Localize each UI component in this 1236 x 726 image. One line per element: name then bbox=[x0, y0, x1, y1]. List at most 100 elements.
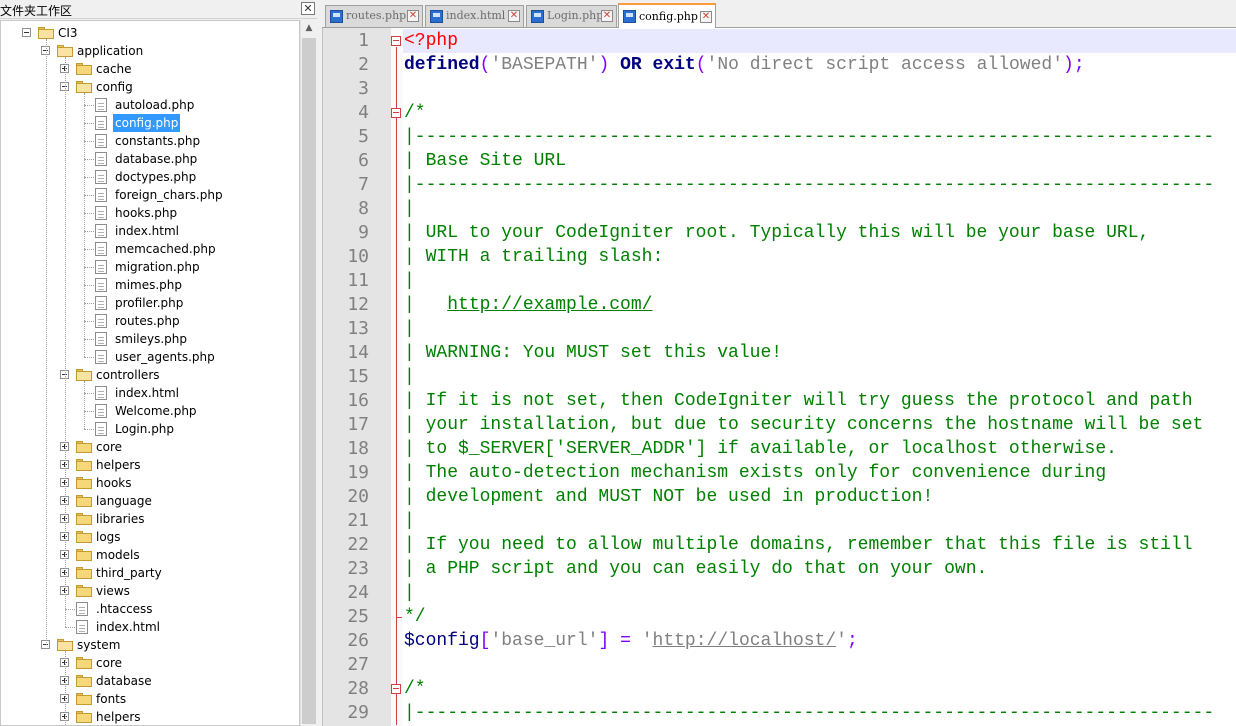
collapse-icon[interactable] bbox=[22, 28, 31, 37]
tab-label: index.html bbox=[446, 9, 506, 22]
file-save-icon bbox=[330, 10, 343, 23]
code-token: | The auto-detection mechanism exists on… bbox=[404, 463, 1107, 483]
tab-config.php[interactable]: config.php ✕ bbox=[618, 3, 716, 28]
close-tab-icon[interactable]: ✕ bbox=[700, 11, 712, 23]
tree-item-label: config.php bbox=[113, 114, 181, 132]
tree-item-label: CI3 bbox=[58, 26, 78, 40]
code-editor[interactable]: 1 2 3 4 5 6 7 8 9 10 11 12 13 14 15 16 17 18 19 20 21 22 23 24 2… bbox=[322, 28, 1236, 726]
tree-connector bbox=[84, 381, 85, 429]
code-line: | to $_SERVER['SERVER_ADDR'] if availabl… bbox=[404, 437, 1117, 461]
fold-line bbox=[396, 119, 397, 617]
folder-icon bbox=[76, 63, 92, 75]
line-number: 27 bbox=[347, 654, 369, 675]
tree-folder-fonts[interactable]: fonts bbox=[1, 690, 299, 708]
line-number: 5 bbox=[358, 126, 369, 147]
tree-item-label: migration.php bbox=[115, 260, 200, 274]
code-token: | WITH a trailing slash: bbox=[404, 247, 664, 267]
line-number: 21 bbox=[347, 510, 369, 531]
line-number: 25 bbox=[347, 606, 369, 627]
fold-toggle-icon[interactable] bbox=[391, 36, 401, 46]
tree-item-label: smileys.php bbox=[115, 332, 187, 346]
tree-item-label: .htaccess bbox=[96, 602, 153, 616]
code-line: |---------------------------------------… bbox=[404, 125, 1214, 149]
file-icon bbox=[95, 224, 107, 238]
code-line: | bbox=[404, 317, 415, 341]
code-line: | your installation, but due to security… bbox=[404, 413, 1203, 437]
code-line: <?php bbox=[404, 29, 458, 53]
close-tab-icon[interactable]: ✕ bbox=[508, 10, 520, 22]
tree-connector bbox=[65, 57, 66, 627]
tree-item-label: doctypes.php bbox=[115, 170, 197, 184]
code-token: | bbox=[404, 511, 415, 531]
code-token: 'BASEPATH' bbox=[490, 55, 599, 75]
folder-icon bbox=[76, 513, 92, 525]
file-save-icon bbox=[531, 10, 544, 23]
code-token: | If you need to allow multiple domains,… bbox=[404, 535, 1193, 555]
line-number: 14 bbox=[347, 342, 369, 363]
code-line: | development and MUST NOT be used in pr… bbox=[404, 485, 933, 509]
folder-icon bbox=[76, 459, 92, 471]
code-token: ( bbox=[479, 55, 491, 75]
tree-item-label: libraries bbox=[96, 512, 145, 526]
file-icon bbox=[95, 314, 107, 328]
code-token: | URL to your CodeIgniter root. Typicall… bbox=[404, 223, 1150, 243]
code-token: defined bbox=[404, 55, 480, 75]
line-number: 13 bbox=[347, 318, 369, 339]
code-token: = bbox=[620, 631, 631, 651]
file-icon bbox=[95, 422, 107, 436]
fold-toggle-icon[interactable] bbox=[391, 108, 401, 118]
close-tab-icon[interactable]: ✕ bbox=[601, 10, 613, 22]
code-token: 'No direct script access allowed' bbox=[706, 55, 1064, 75]
tab-Login.php[interactable]: Login.php ✕ bbox=[526, 5, 617, 27]
file-icon bbox=[95, 296, 107, 310]
tree-item-label: views bbox=[96, 584, 130, 598]
tree-folder-helpers[interactable]: helpers bbox=[1, 708, 299, 725]
folder-icon bbox=[76, 441, 92, 453]
code-token: ' bbox=[641, 631, 653, 651]
close-icon[interactable]: ✕ bbox=[301, 2, 315, 15]
file-icon bbox=[95, 152, 107, 166]
code-token: | bbox=[404, 199, 415, 219]
code-token: | If it is not set, then CodeIgniter wil… bbox=[404, 391, 1193, 411]
tab-index.html[interactable]: index.html ✕ bbox=[425, 5, 524, 27]
tree-item-label: core bbox=[96, 440, 122, 454]
folder-tree: CI3 application cache config autoload.php con… bbox=[0, 20, 300, 726]
line-number: 7 bbox=[358, 174, 369, 195]
line-number: 2 bbox=[358, 54, 369, 75]
file-icon bbox=[95, 242, 107, 256]
tree-folder-database[interactable]: database bbox=[1, 672, 299, 690]
folder-workspace-panel: 文件夹工作区 ✕ CI3 application cache config autolo… bbox=[0, 0, 317, 726]
tree-item-label: hooks bbox=[96, 476, 132, 490]
line-number: 6 bbox=[358, 150, 369, 171]
folder-icon bbox=[76, 495, 92, 507]
fold-toggle-icon[interactable] bbox=[391, 684, 401, 694]
code-line: | http://example.com/ bbox=[404, 293, 652, 317]
tree-item-label: helpers bbox=[96, 458, 141, 472]
close-tab-icon[interactable]: ✕ bbox=[407, 10, 419, 22]
tree-folder-core[interactable]: core bbox=[1, 654, 299, 672]
scroll-up-arrow-icon[interactable]: ▲ bbox=[301, 20, 317, 37]
code-line: |---------------------------------------… bbox=[404, 173, 1214, 197]
code-token: http://example.com/ bbox=[447, 295, 653, 315]
code-line: | bbox=[404, 197, 415, 221]
tab-routes.php[interactable]: routes.php ✕ bbox=[325, 5, 423, 27]
scrollbar-thumb[interactable] bbox=[302, 38, 316, 724]
code-token: | bbox=[404, 583, 415, 603]
code-token: ] bbox=[598, 631, 610, 651]
editor-pane: routes.php ✕ index.html ✕ Login.php ✕ config.p… bbox=[322, 0, 1236, 726]
fold-end bbox=[396, 617, 402, 618]
tree-scrollbar[interactable]: ▲ bbox=[300, 20, 317, 726]
tree-item-label: mimes.php bbox=[115, 278, 183, 292]
line-number: 17 bbox=[347, 414, 369, 435]
line-number: 24 bbox=[347, 582, 369, 603]
code-token: | to $_SERVER['SERVER_ADDR'] if availabl… bbox=[404, 439, 1117, 459]
tree-item-label: autoload.php bbox=[115, 98, 195, 112]
folder-icon bbox=[76, 549, 92, 561]
tree-item-label: routes.php bbox=[115, 314, 180, 328]
folder-icon bbox=[76, 711, 92, 723]
code-line: | a PHP script and you can easily do tha… bbox=[404, 557, 987, 581]
tree-item-label: config bbox=[96, 80, 133, 94]
